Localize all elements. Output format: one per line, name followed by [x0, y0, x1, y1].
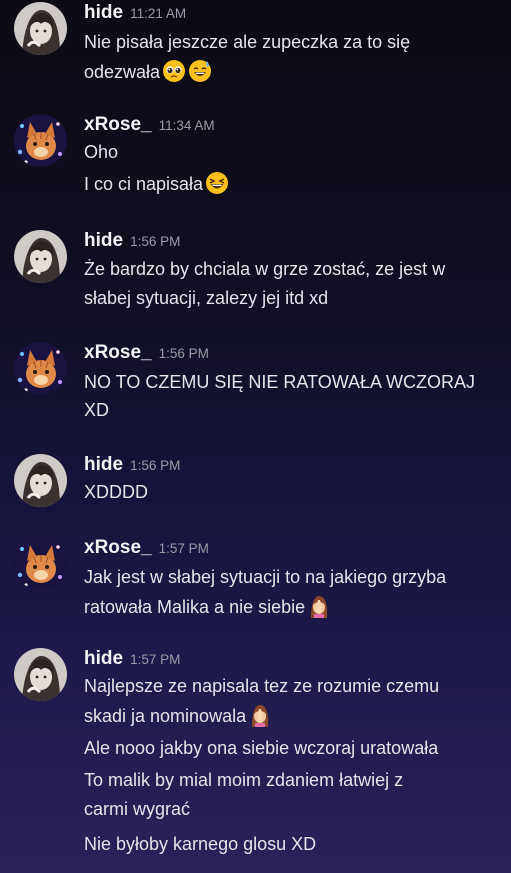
grinning-sweat-emoji[interactable] [188, 59, 212, 83]
chat-message-list: hide 11:21 AM Nie pisała jeszcze ale zupe… [0, 0, 511, 873]
username[interactable]: hide [84, 648, 123, 669]
message-header: hide 1:56 PM [84, 230, 180, 254]
timestamp: 1:57 PM [130, 652, 181, 667]
timestamp: 1:56 PM [130, 234, 181, 249]
avatar-hide[interactable] [14, 648, 67, 701]
message-text: ratowała Malika a nie siebie [84, 597, 306, 617]
timestamp: 11:21 AM [130, 6, 187, 21]
woman-facepalming-emoji[interactable] [248, 703, 272, 727]
username[interactable]: hide [84, 2, 123, 23]
message-text-line: ratowała Malika a nie siebie [84, 594, 331, 621]
username[interactable]: hide [84, 454, 123, 475]
message-text-line: odezwała [84, 59, 212, 86]
message-text: Nie pisała jeszcze ale zupeczka za to si… [84, 32, 411, 52]
avatar-xrose[interactable] [14, 537, 67, 590]
timestamp: 1:56 PM [158, 346, 209, 361]
message-text: Nie byłoby karnego glosu XD [84, 834, 317, 854]
username[interactable]: hide [84, 230, 123, 251]
avatar-xrose[interactable] [14, 342, 67, 395]
message-header: xRose_ 11:34 AM [84, 114, 215, 138]
message-header: hide 1:56 PM [84, 454, 180, 478]
message-text: odezwała [84, 62, 161, 82]
message-text: Jak jest w słabej sytuacji to na jakiego… [84, 567, 447, 587]
avatar-hide[interactable] [14, 230, 67, 283]
woman-facepalming-emoji[interactable] [307, 594, 331, 618]
message-text: XD [84, 400, 110, 420]
avatar-hide[interactable] [14, 2, 67, 55]
timestamp: 1:57 PM [158, 541, 209, 556]
username[interactable]: xRose_ [84, 114, 152, 135]
timestamp: 11:34 AM [158, 118, 215, 133]
message-text: I co ci napisała [84, 174, 204, 194]
message-header: hide 1:57 PM [84, 648, 180, 672]
avatar-hide[interactable] [14, 454, 67, 507]
username[interactable]: xRose_ [84, 537, 152, 558]
message-text: carmi wygrać [84, 799, 191, 819]
message-header: xRose_ 1:57 PM [84, 537, 209, 561]
message-text: Najlepsze ze napisala tez ze rozumie cze… [84, 676, 440, 696]
message-text: Że bardzo by chciala w grze zostać, ze j… [84, 259, 446, 279]
laughing-face-emoji[interactable] [205, 171, 229, 195]
message-text-line: skadi ja nominowala [84, 703, 272, 730]
message-text: słabej sytuacji, zalezy jej itd xd [84, 288, 329, 308]
pleading-face-emoji[interactable] [162, 59, 186, 83]
message-text: NO TO CZEMU SIĘ NIE RATOWAŁA WCZORAJ [84, 372, 476, 392]
message-header: xRose_ 1:56 PM [84, 342, 209, 366]
avatar-xrose[interactable] [14, 114, 67, 167]
message-text: Oho [84, 142, 119, 162]
message-header: hide 11:21 AM [84, 2, 186, 26]
message-text: XDDDD [84, 482, 149, 502]
message-text: skadi ja nominowala [84, 706, 247, 726]
username[interactable]: xRose_ [84, 342, 152, 363]
message-text: Ale nooo jakby ona siebie wczoraj uratow… [84, 738, 439, 758]
message-text-line: I co ci napisała [84, 171, 229, 198]
message-text: To malik by mial moim zdaniem łatwiej z [84, 770, 404, 790]
timestamp: 1:56 PM [130, 458, 181, 473]
